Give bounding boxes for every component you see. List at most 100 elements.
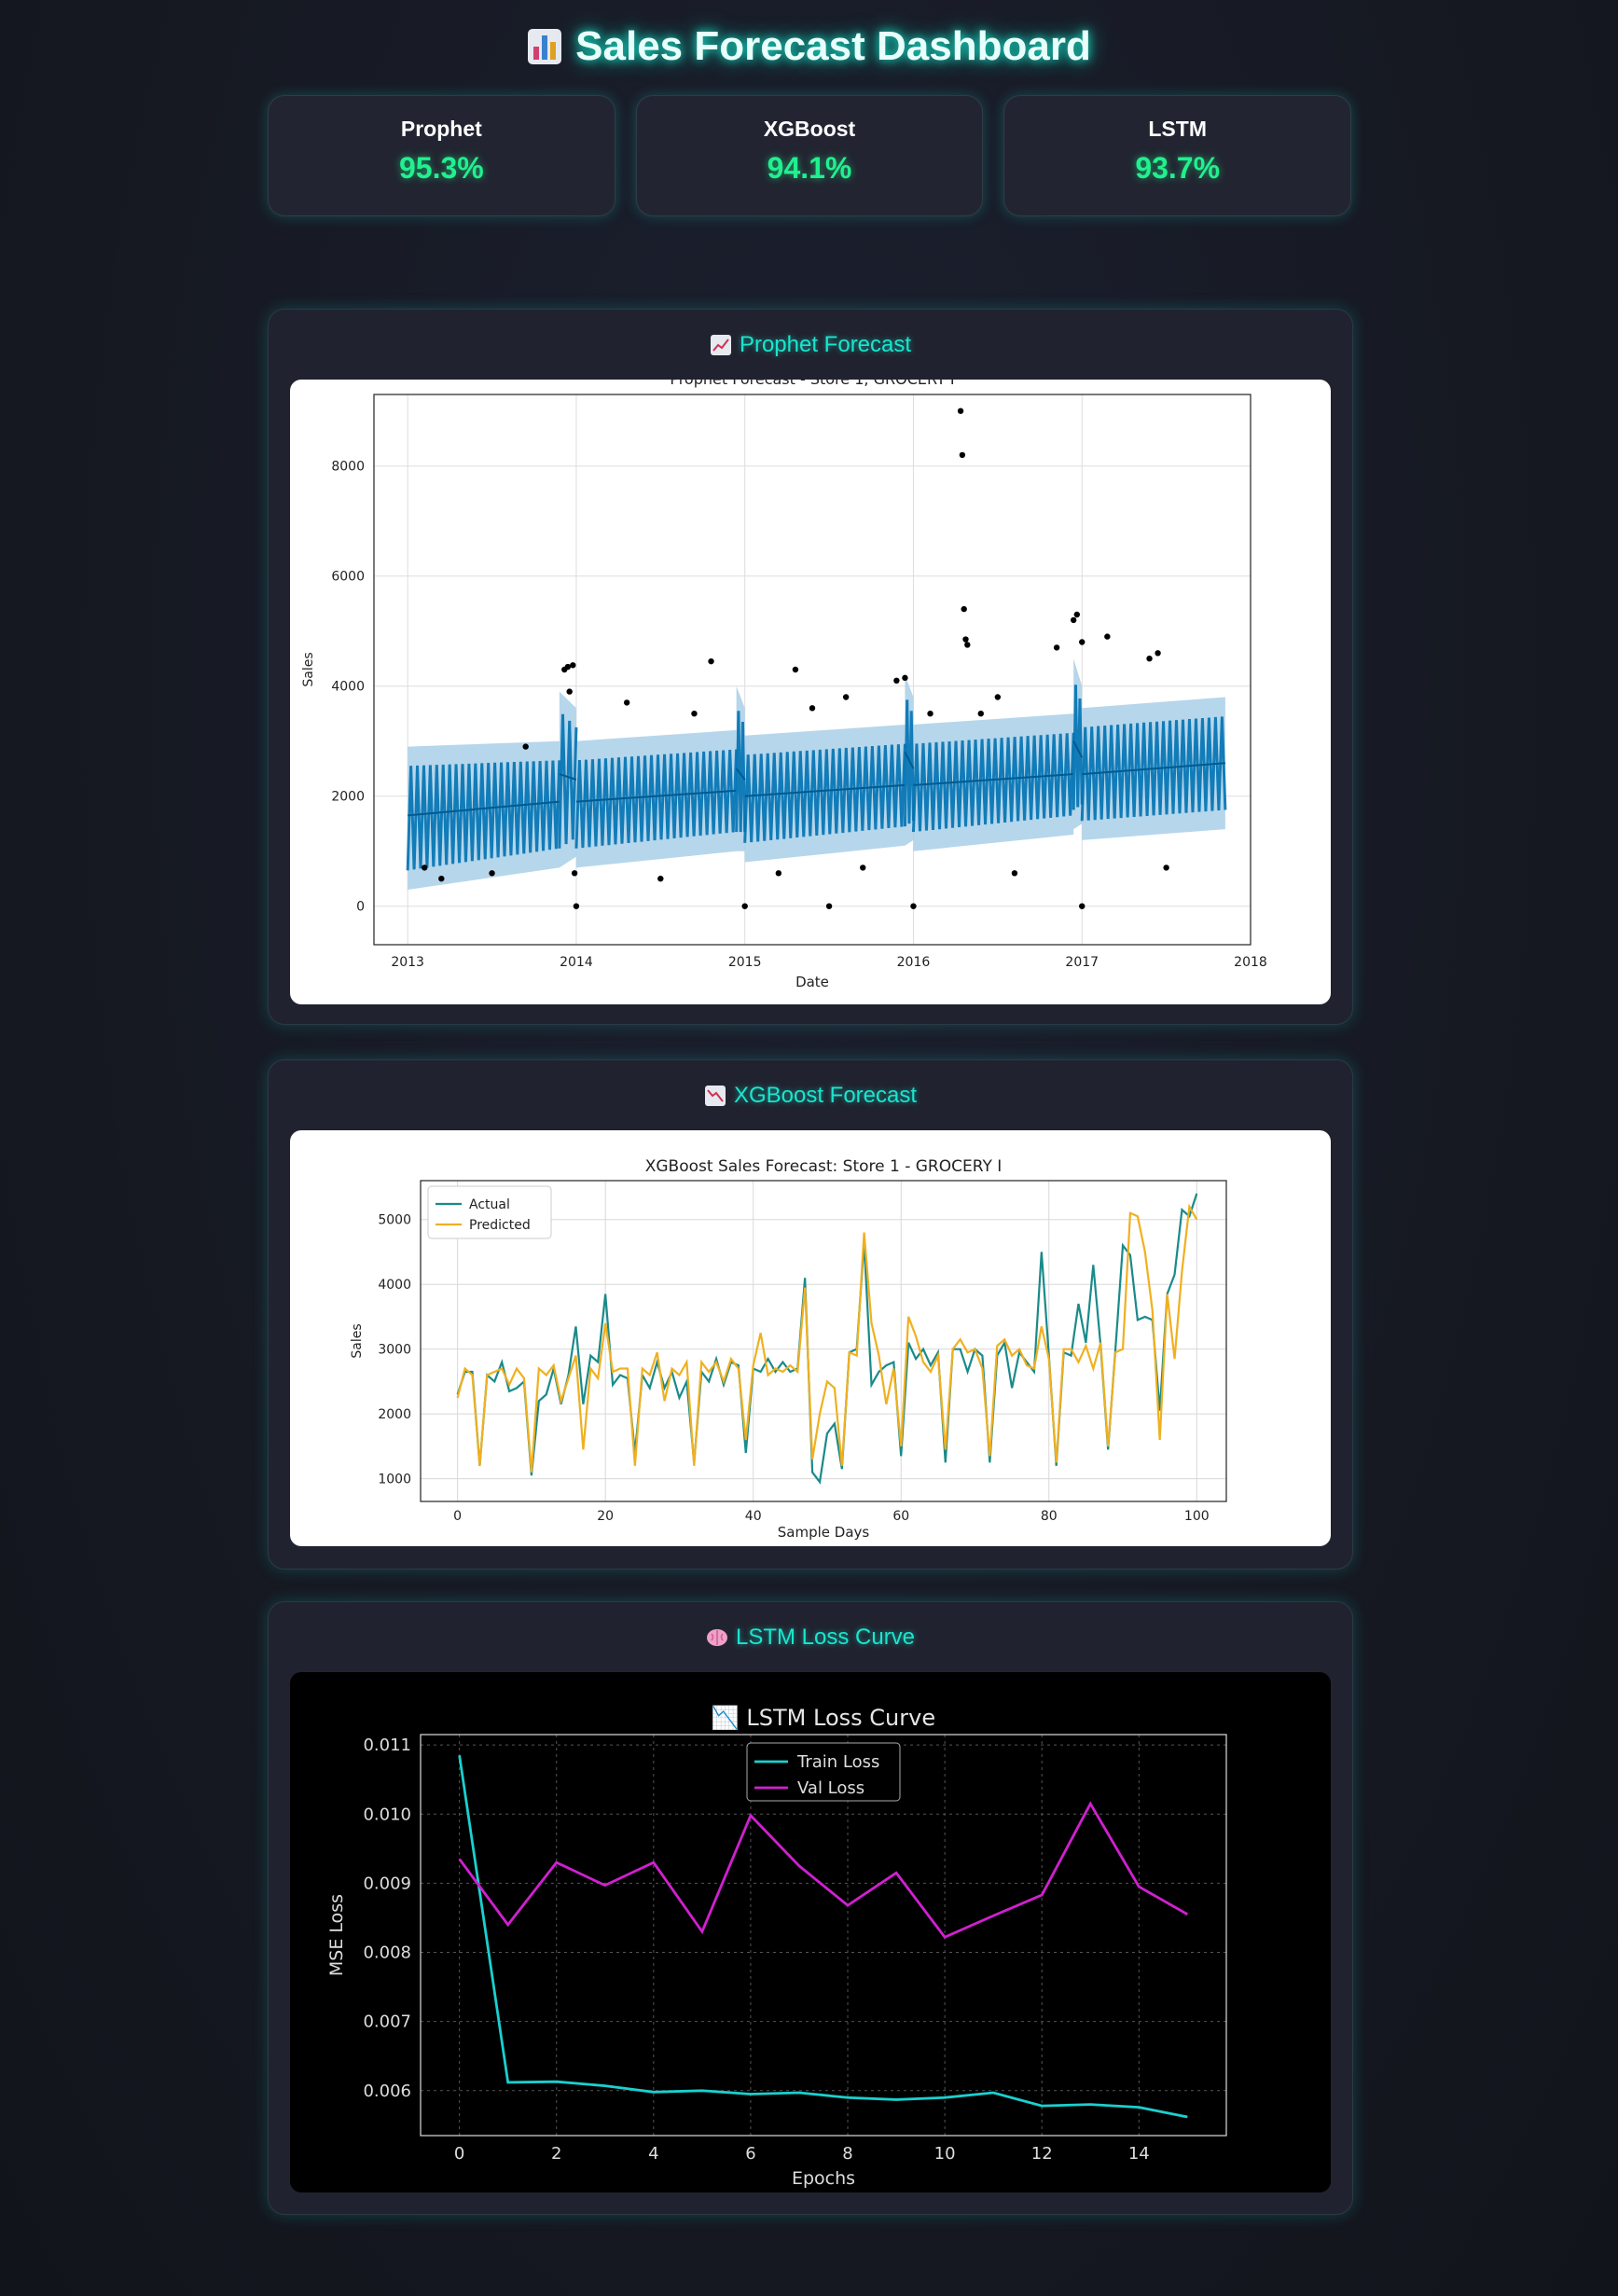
prophet-actual-point xyxy=(570,662,576,669)
prophet-actual-point xyxy=(573,903,580,909)
lstm-chart-svg: 0 2 4 6 8 10 12 14 0.006 0.007 0.008 0.009 0.010 0.01… xyxy=(326,1705,1227,2189)
lstm-ytick-label: 0.011 xyxy=(363,1736,411,1755)
lstm-xtick-label: 0 xyxy=(454,2144,464,2164)
xgb-ytick-label: 4000 xyxy=(378,1278,411,1293)
prophet-actual-point xyxy=(522,743,529,750)
prophet-ytick-label: 8000 xyxy=(331,460,365,475)
xgb-xtick-label: 80 xyxy=(1041,1509,1058,1524)
prophet-actual-point xyxy=(623,699,630,706)
lstm-ytick-label: 0.007 xyxy=(363,2012,411,2032)
lstm-panel-title: LSTM Loss Curve xyxy=(269,1625,1352,1651)
dashboard-title: Sales Forecast Dashboard xyxy=(0,17,1618,76)
xgb-xtick-label: 20 xyxy=(597,1509,614,1524)
xgb-ytick-label: 3000 xyxy=(378,1343,411,1358)
prophet-ytick-label: 6000 xyxy=(331,570,365,585)
prophet-actual-point xyxy=(1163,864,1169,871)
xgb-legend-label: Actual xyxy=(469,1197,510,1212)
prophet-actual-point xyxy=(842,694,850,700)
lstm-ylabel: MSE Loss xyxy=(326,1894,347,1976)
metric-card-xgboost: XGBoost 94.1% xyxy=(635,95,984,216)
xgboost-chart: 0 20 40 60 80 100 1000 2000 3000 4000 5000 Actual Pr… xyxy=(290,1130,1331,1546)
xgb-ytick-label: 2000 xyxy=(378,1407,411,1422)
lstm-series-line-val xyxy=(458,1801,1189,1939)
prophet-actual-point xyxy=(564,663,572,671)
prophet-actual-point xyxy=(741,903,748,909)
prophet-ytick-label: 2000 xyxy=(331,790,365,805)
prophet-actual-point xyxy=(994,694,1002,700)
prophet-actual-point xyxy=(902,674,908,682)
xgb-ytick-label: 1000 xyxy=(378,1473,411,1487)
lstm-xtick-label: 12 xyxy=(1031,2144,1053,2164)
prophet-actual-point xyxy=(977,711,984,717)
prophet-chart: 2013 2014 2015 2016 2017 2018 0 2000 4000 6000 800… xyxy=(290,380,1331,1004)
prophet-actual-point xyxy=(1053,644,1060,651)
metric-value: 94.1% xyxy=(767,151,852,185)
prophet-actual-point xyxy=(422,864,428,871)
prophet-actual-point xyxy=(910,903,917,909)
metric-value: 93.7% xyxy=(1135,151,1221,185)
prophet-xtick-label: 2016 xyxy=(897,955,931,970)
prophet-actual-point xyxy=(566,688,573,695)
panel-title-text: Prophet Forecast xyxy=(739,332,912,357)
xgb-xlabel: Sample Days xyxy=(778,1524,870,1541)
prophet-actual-point xyxy=(1155,650,1161,657)
lstm-xlabel: Epochs xyxy=(792,2168,855,2189)
dashboard-title-text: Sales Forecast Dashboard xyxy=(575,23,1091,69)
prophet-actual-point xyxy=(1011,870,1018,877)
xgb-xtick-label: 60 xyxy=(892,1509,909,1524)
xgb-legend-label: Predicted xyxy=(469,1218,531,1233)
xgboost-panel-title: XGBoost Forecast xyxy=(269,1083,1352,1109)
prophet-actual-point xyxy=(1070,616,1077,624)
prophet-actual-point xyxy=(691,711,698,717)
prophet-panel-title: Prophet Forecast xyxy=(269,332,1352,358)
lstm-legend-label: Train Loss xyxy=(796,1752,879,1772)
prophet-xtick-label: 2017 xyxy=(1065,955,1099,970)
metric-card-lstm: LSTM 93.7% xyxy=(1003,95,1352,216)
prophet-actual-point xyxy=(964,642,971,648)
lstm-ytick-label: 0.006 xyxy=(363,2082,411,2101)
lstm-xtick-label: 6 xyxy=(745,2144,755,2164)
metrics-row: Prophet 95.3% XGBoost 94.1% LSTM 93.7% xyxy=(268,95,1352,216)
metric-name: Prophet xyxy=(400,117,482,141)
prophet-xlabel: Date xyxy=(795,974,829,990)
prophet-actual-point xyxy=(893,677,900,684)
prophet-actual-point xyxy=(657,876,664,882)
lstm-series-line-train xyxy=(458,1755,1188,2119)
xgb-ylabel: Sales xyxy=(350,1323,365,1358)
xgb-chart-title: XGBoost Sales Forecast: Store 1 - GROCER… xyxy=(645,1157,1003,1176)
lstm-xtick-label: 4 xyxy=(648,2144,658,2164)
lstm-panel: LSTM Loss Curve 0 2 4 6 8 10 12 14 0.006 0.007 0.0… xyxy=(268,1601,1353,2215)
lstm-ytick-label: 0.010 xyxy=(363,1805,411,1824)
xgb-series-line-actual xyxy=(456,1193,1198,1485)
prophet-actual-point xyxy=(809,705,816,712)
prophet-actual-point xyxy=(860,864,866,871)
prophet-actual-point xyxy=(571,870,578,877)
prophet-chart-title: Prophet Forecast - Store 1, GROCERY I xyxy=(670,380,954,388)
prophet-actual-point xyxy=(959,451,966,459)
prophet-xtick-label: 2014 xyxy=(560,955,593,970)
metric-card-prophet: Prophet 95.3% xyxy=(268,95,615,216)
lstm-xtick-label: 2 xyxy=(551,2144,561,2164)
prophet-actual-point xyxy=(1079,639,1086,645)
lstm-ytick-label: 0.008 xyxy=(363,1943,411,1963)
prophet-xtick-label: 2018 xyxy=(1234,955,1267,970)
prophet-actual-point xyxy=(775,870,782,877)
prophet-chart-svg: 2013 2014 2015 2016 2017 2018 0 2000 4000 6000 800… xyxy=(301,380,1267,990)
xgb-xtick-label: 100 xyxy=(1184,1509,1210,1524)
prophet-xtick-label: 2013 xyxy=(391,955,424,970)
prophet-actual-point xyxy=(489,870,495,877)
xgb-xtick-label: 0 xyxy=(453,1509,462,1524)
prophet-actual-point xyxy=(961,605,967,613)
prophet-actual-point xyxy=(957,408,964,414)
lstm-chart: 0 2 4 6 8 10 12 14 0.006 0.007 0.008 0.009 0.010 0.01… xyxy=(290,1672,1331,2192)
prophet-actual-point xyxy=(1079,903,1086,909)
panel-title-text: LSTM Loss Curve xyxy=(735,1625,916,1650)
prophet-actual-point xyxy=(1104,633,1111,640)
metric-value: 95.3% xyxy=(398,151,484,185)
panel-title-text: XGBoost Forecast xyxy=(733,1083,918,1108)
prophet-actual-point xyxy=(962,636,969,643)
lstm-legend: Train Loss Val Loss xyxy=(746,1742,901,1802)
brain-icon xyxy=(706,1629,727,1646)
prophet-ytick-label: 0 xyxy=(356,900,365,915)
prophet-actual-point xyxy=(1146,656,1153,662)
